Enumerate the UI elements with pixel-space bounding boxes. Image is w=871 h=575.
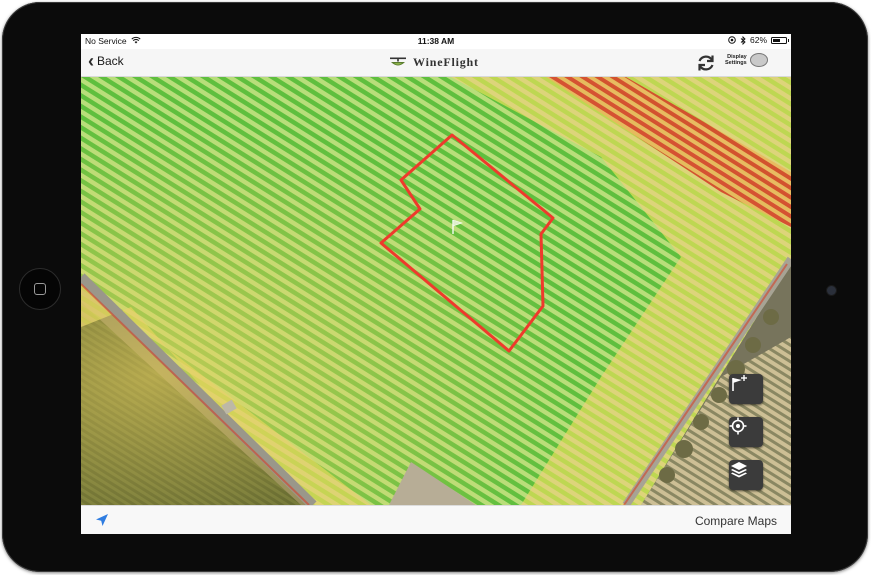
home-button[interactable] xyxy=(19,268,61,310)
locate-button[interactable] xyxy=(729,417,763,447)
map-canvas[interactable] xyxy=(81,77,791,505)
navigation-arrow-icon xyxy=(96,514,108,526)
add-flag-button[interactable] xyxy=(729,374,763,404)
status-bar: No Service 11:38 AM 62% xyxy=(81,34,791,49)
locate-target-icon xyxy=(729,417,747,435)
display-settings-label: Display Settings xyxy=(725,54,747,66)
display-settings-button[interactable]: Display Settings xyxy=(725,53,768,67)
brand-name: WineFlight xyxy=(413,55,479,69)
back-button[interactable]: ‹ Back xyxy=(88,51,124,71)
bluetooth-icon xyxy=(740,35,746,45)
back-label: Back xyxy=(97,54,124,68)
bottom-toolbar: Compare Maps xyxy=(81,505,791,534)
aerial-ndvi-map[interactable] xyxy=(81,77,791,505)
refresh-button[interactable] xyxy=(695,52,717,74)
refresh-icon xyxy=(698,55,714,71)
status-time: 11:38 AM xyxy=(417,36,455,46)
brand-logo: WineFlight xyxy=(388,55,479,70)
add-flag-icon xyxy=(732,375,747,391)
front-camera xyxy=(826,285,837,296)
home-square-icon xyxy=(34,283,46,295)
status-right-group: 62% xyxy=(728,35,789,45)
layers-icon xyxy=(731,462,747,478)
layers-button[interactable] xyxy=(729,460,763,490)
app-screen: No Service 11:38 AM 62% ‹ Back WineFligh… xyxy=(81,34,791,534)
chevron-left-icon: ‹ xyxy=(88,51,94,71)
location-arrow-icon xyxy=(728,36,736,44)
battery-percent: 62% xyxy=(749,35,767,45)
current-location-button[interactable] xyxy=(95,513,109,532)
navigation-bar: ‹ Back WineFlight Display Settings xyxy=(81,49,791,77)
display-settings-toggle-icon xyxy=(749,53,768,67)
compare-maps-button[interactable]: Compare Maps xyxy=(695,514,777,528)
battery-icon xyxy=(771,36,789,44)
drone-logo-icon xyxy=(390,57,406,65)
